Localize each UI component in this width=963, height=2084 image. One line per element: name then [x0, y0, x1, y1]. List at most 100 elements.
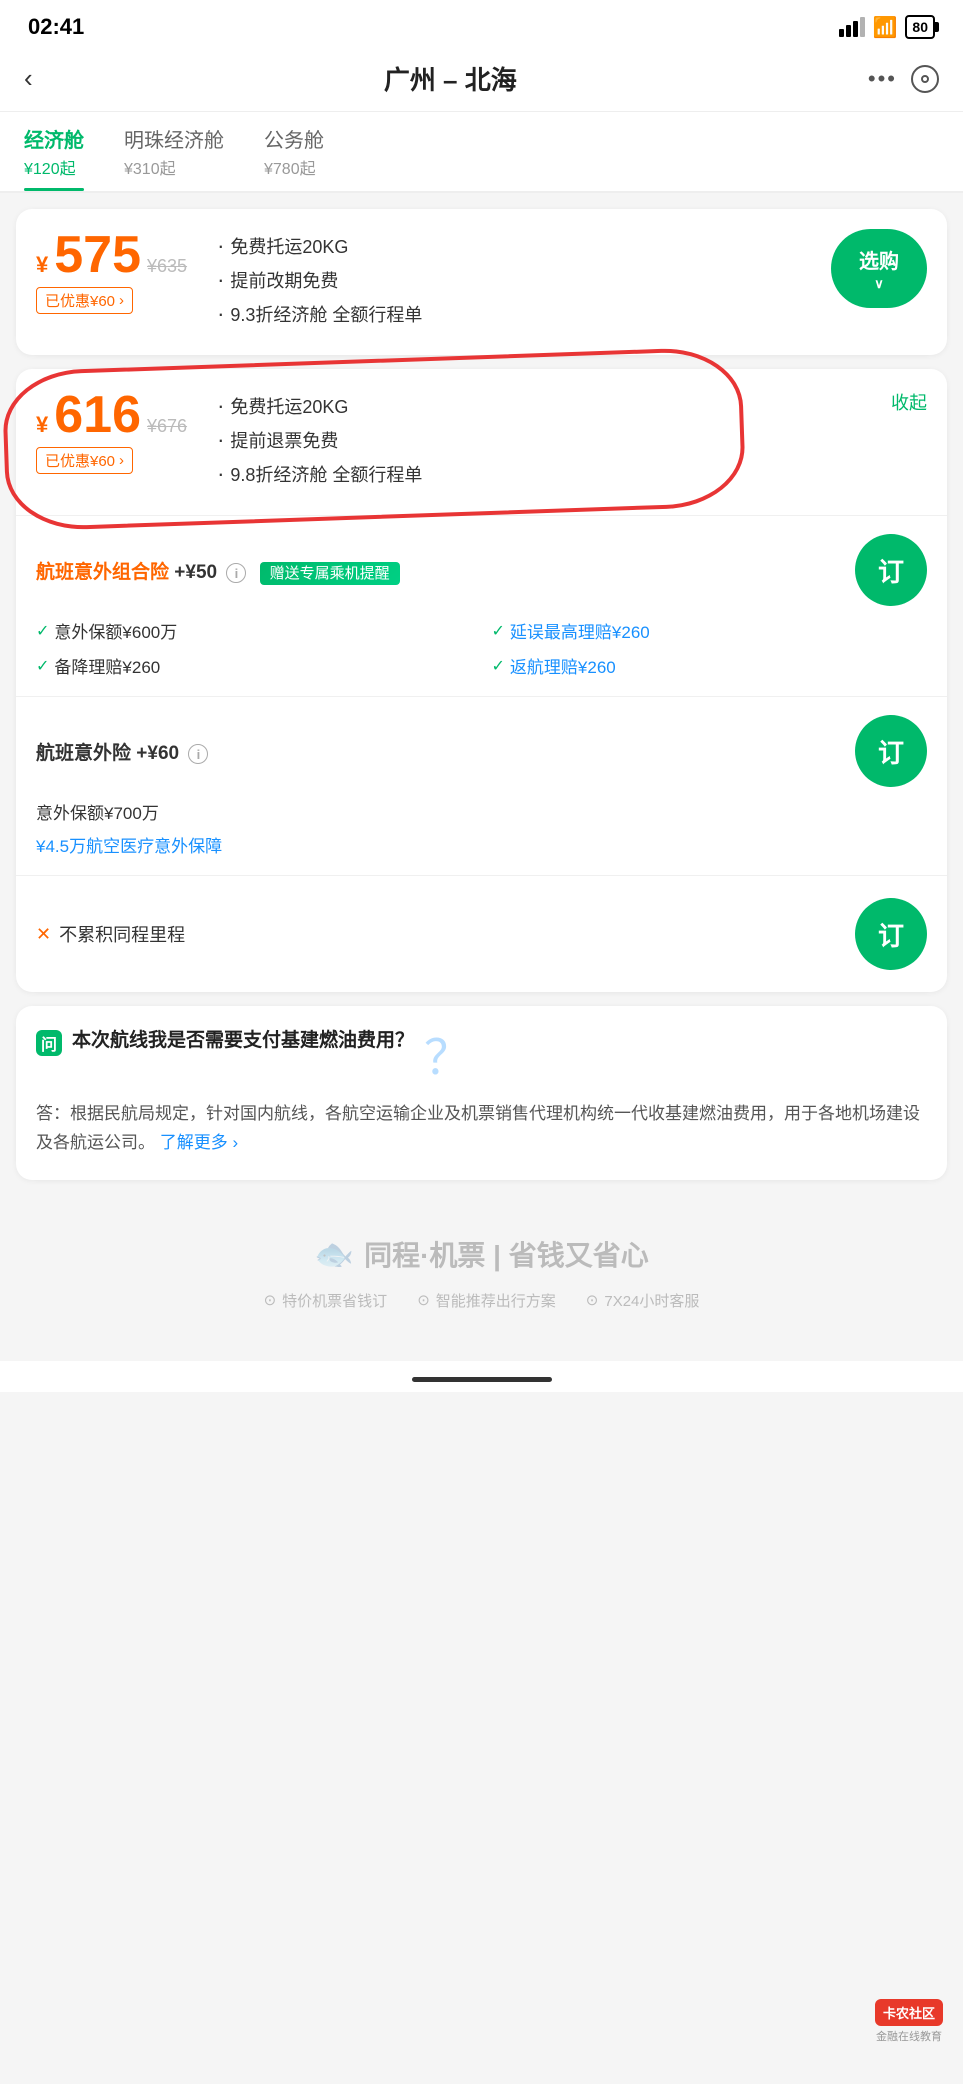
faq-question: 问 本次航线我是否需要支付基建燃油费用？ ？ — [36, 1028, 927, 1088]
card1-select-button[interactable]: 选购 ∨ — [831, 229, 927, 308]
card2-price-original: ¥676 — [147, 416, 187, 437]
home-indicator — [412, 1377, 552, 1382]
insurance-1-section: 航班意外组合险 +¥50 i 赠送专属乘机提醒 订 ✓ 意外保额¥600万 ✓ … — [16, 515, 947, 696]
status-bar: 02:41 📶 80 — [0, 0, 963, 50]
card1-feature-3: 9.3折经济舱 全额行程单 — [217, 301, 831, 327]
footer-feature-2: ⊙ 智能推荐出行方案 — [417, 1290, 556, 1311]
faq-question-text: 本次航线我是否需要支付基建燃油费用？ — [72, 1028, 414, 1055]
status-icons: 📶 80 — [839, 15, 935, 40]
page-title: 广州 – 北海 — [384, 60, 517, 97]
card2-discount-arrow: › — [119, 452, 124, 469]
flight-card-2: 收起 ¥ 616 ¥676 已优惠¥60 › 免费托运20KG 提前退票免费 — [16, 369, 947, 992]
insurance-1-header: 航班意外组合险 +¥50 i 赠送专属乘机提醒 订 — [36, 534, 927, 606]
card2-main: 收起 ¥ 616 ¥676 已优惠¥60 › 免费托运20KG 提前退票免费 — [16, 369, 947, 515]
card1-price-section: ¥ 575 ¥635 已优惠¥60 › — [36, 229, 187, 314]
bottom-nav — [0, 1361, 963, 1392]
card2-price-symbol: ¥ — [36, 412, 48, 438]
tab-economy-price: ¥120起 — [24, 155, 84, 179]
tab-pearl-economy[interactable]: 明珠经济舱 ¥310起 — [124, 124, 224, 191]
tab-business[interactable]: 公务舱 ¥780起 — [264, 124, 324, 191]
no-mileage-order-button[interactable]: 订 — [855, 898, 927, 970]
card1-price-main: ¥ 575 ¥635 — [36, 229, 187, 281]
card2-price-main: ¥ 616 ¥676 — [36, 389, 187, 441]
check-icon-3: ✓ — [36, 656, 49, 676]
logo-fish-icon: 🐟 — [314, 1235, 354, 1273]
flight-card-1: ¥ 575 ¥635 已优惠¥60 › 免费托运20KG 提前改期免费 9.3折… — [16, 209, 947, 355]
footer-branding: 🐟 同程·机票 | 省钱又省心 ⊙ 特价机票省钱订 ⊙ 智能推荐出行方案 ⊙ 7… — [0, 1194, 963, 1361]
faq-q-icon: 问 — [36, 1030, 62, 1056]
insurance-1-order-button[interactable]: 订 — [855, 534, 927, 606]
card2-price-value: 616 — [54, 389, 141, 441]
insurance-2-features: 意外保额¥700万 ¥4.5万航空医疗意外保障 — [36, 799, 927, 857]
footer-logo: 🐟 同程·机票 | 省钱又省心 — [20, 1234, 943, 1274]
faq-link[interactable]: 了解更多 › — [160, 1133, 238, 1152]
insurance-1-title-wrap: 航班意外组合险 +¥50 i 赠送专属乘机提醒 — [36, 557, 400, 584]
tab-economy-label: 经济舱 — [24, 124, 84, 153]
gift-badge: 赠送专属乘机提醒 — [260, 562, 400, 585]
card1-discount-arrow: › — [119, 292, 124, 309]
faq-answer: 答：根据民航局规定，针对国内航线，各航空运输企业及机票销售代理机构统一代收基建燃… — [36, 1100, 927, 1158]
faq-help-icon: ？ — [424, 1018, 472, 1088]
footer-feature-1: ⊙ 特价机票省钱订 — [264, 1290, 388, 1311]
insurance-2-order-button[interactable]: 订 — [855, 715, 927, 787]
signal-icon — [839, 17, 865, 37]
x-icon: ✕ — [36, 924, 51, 945]
insurance-1-info-icon[interactable]: i — [226, 563, 246, 583]
tab-pearl-label: 明珠经济舱 — [124, 124, 224, 153]
ins-feature-4: ✓ 返航理赔¥260 — [492, 653, 928, 678]
card2-feature-3: 9.8折经济舱 全额行程单 — [217, 461, 927, 487]
watermark: 卡农社区 金融在线教育 — [875, 1999, 943, 2044]
insurance-2-section: 航班意外险 +¥60 i 订 意外保额¥700万 ¥4.5万航空医疗意外保障 — [16, 696, 947, 875]
insurance-1-title: 航班意外组合险 +¥50 i — [36, 562, 252, 583]
footer-check-3: ⊙ — [586, 1291, 599, 1309]
insurance-2-title-wrap: 航班意外险 +¥60 i — [36, 738, 208, 765]
no-mileage-text: ✕ 不累积同程里程 — [36, 921, 185, 947]
battery-icon: 80 — [905, 15, 935, 39]
faq-card: 问 本次航线我是否需要支付基建燃油费用？ ？ 答：根据民航局规定，针对国内航线，… — [16, 1006, 947, 1180]
footer-features: ⊙ 特价机票省钱订 ⊙ 智能推荐出行方案 ⊙ 7X24小时客服 — [20, 1290, 943, 1311]
check-icon-1: ✓ — [36, 621, 49, 641]
ins-feature-2: ✓ 延误最高理赔¥260 — [492, 618, 928, 643]
card2-features: 免费托运20KG 提前退票免费 9.8折经济舱 全额行程单 — [187, 389, 927, 495]
camera-icon — [921, 75, 929, 83]
camera-button[interactable] — [911, 65, 939, 93]
card1-price-original: ¥635 — [147, 256, 187, 277]
no-mileage-section: ✕ 不累积同程里程 订 — [16, 875, 947, 992]
status-time: 02:41 — [28, 14, 84, 40]
tab-pearl-price: ¥310起 — [124, 155, 224, 179]
header: ‹ 广州 – 北海 ••• — [0, 50, 963, 112]
insurance-2-title: 航班意外险 +¥60 i — [36, 743, 208, 764]
watermark-logo: 卡农社区 — [875, 1999, 943, 2026]
tab-business-price: ¥780起 — [264, 155, 324, 179]
card1-price-value: 575 — [54, 229, 141, 281]
insurance-1-features: ✓ 意外保额¥600万 ✓ 延误最高理赔¥260 ✓ 备降理赔¥260 ✓ 返航… — [36, 618, 927, 678]
tab-business-label: 公务舱 — [264, 124, 324, 153]
ins-feature-5: 意外保额¥700万 — [36, 799, 927, 824]
card2-top: ¥ 616 ¥676 已优惠¥60 › 免费托运20KG 提前退票免费 9.8折… — [36, 389, 927, 495]
card2-feature-1: 免费托运20KG — [217, 393, 927, 419]
main-content: ¥ 575 ¥635 已优惠¥60 › 免费托运20KG 提前改期免费 9.3折… — [0, 193, 963, 1180]
watermark-sub: 金融在线教育 — [875, 2028, 943, 2044]
tab-economy[interactable]: 经济舱 ¥120起 — [24, 124, 84, 191]
insurance-2-info-icon[interactable]: i — [188, 744, 208, 764]
card1-select-chevron: ∨ — [874, 276, 884, 292]
card1-discount-badge: 已优惠¥60 › — [36, 287, 133, 314]
insurance-2-header: 航班意外险 +¥60 i 订 — [36, 715, 927, 787]
footer-logo-text: 同程·机票 | 省钱又省心 — [364, 1234, 649, 1274]
footer-check-1: ⊙ — [264, 1291, 277, 1309]
ins-feature-6: ¥4.5万航空医疗意外保障 — [36, 832, 927, 857]
check-icon-4: ✓ — [492, 656, 505, 676]
footer-check-2: ⊙ — [417, 1291, 430, 1309]
ins-feature-1: ✓ 意外保额¥600万 — [36, 618, 472, 643]
tabs-bar: 经济舱 ¥120起 明珠经济舱 ¥310起 公务舱 ¥780起 — [0, 112, 963, 193]
card1-feature-1: 免费托运20KG — [217, 233, 831, 259]
card1-features: 免费托运20KG 提前改期免费 9.3折经济舱 全额行程单 — [187, 229, 831, 335]
card1-price-symbol: ¥ — [36, 252, 48, 278]
more-button[interactable]: ••• — [868, 66, 897, 92]
back-button[interactable]: ‹ — [24, 63, 33, 94]
card2-price-section: ¥ 616 ¥676 已优惠¥60 › — [36, 389, 187, 474]
card2-feature-2: 提前退票免费 — [217, 427, 927, 453]
card2-discount-badge: 已优惠¥60 › — [36, 447, 133, 474]
card1-feature-2: 提前改期免费 — [217, 267, 831, 293]
header-actions: ••• — [868, 65, 939, 93]
